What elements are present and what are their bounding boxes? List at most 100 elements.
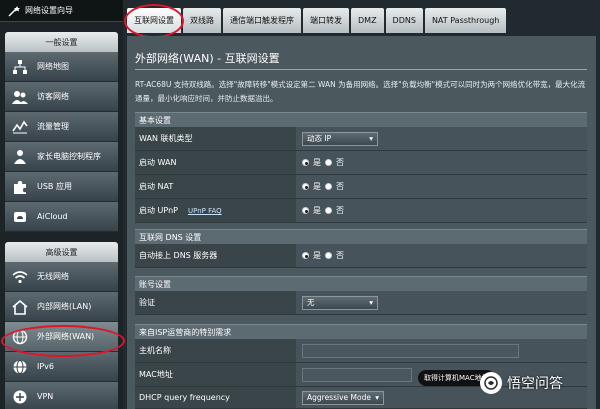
sidebar-item-wireless[interactable]: 无线网络 bbox=[5, 262, 118, 292]
tab-port-trigger[interactable]: 通信端口触发程序 bbox=[223, 8, 301, 33]
cloud-icon bbox=[11, 208, 29, 226]
watermark: 悟空问答 bbox=[480, 372, 563, 394]
no-label: 否 bbox=[336, 158, 344, 167]
tab-dual-wan[interactable]: 双线路 bbox=[183, 8, 221, 33]
auto-dns-no-radio[interactable] bbox=[325, 252, 332, 259]
auth-value: 无 bbox=[307, 298, 315, 307]
chevron-down-icon: ▾ bbox=[369, 134, 373, 143]
sidebar-item-label: 网络地图 bbox=[37, 62, 69, 71]
sidebar-item-parental-control[interactable]: 家长电脑控制程序 bbox=[5, 142, 118, 172]
sidebar: 网络设置向导 一般设置 网络地图 访客网络 流量管理 家长电脑控制程序 USB … bbox=[0, 0, 123, 409]
network-setup-wizard[interactable]: 网络设置向导 bbox=[0, 0, 123, 22]
sidebar-item-label: USB 应用 bbox=[37, 182, 72, 191]
enable-wan-row: 启动 WAN 是 否 bbox=[135, 151, 587, 175]
auto-dns-label: 自动接上 DNS 服务器 bbox=[135, 244, 296, 267]
wan-type-select[interactable]: 动态 IP ▾ bbox=[302, 131, 378, 146]
ipv6-globe-icon bbox=[11, 358, 29, 376]
sidebar-item-label: 家长电脑控制程序 bbox=[37, 152, 101, 161]
auth-select[interactable]: 无 ▾ bbox=[302, 295, 378, 310]
no-label: 否 bbox=[336, 251, 344, 260]
tab-dmz[interactable]: DMZ bbox=[351, 8, 384, 33]
enable-wan-no-radio[interactable] bbox=[325, 159, 332, 166]
dns-settings-header: 互联网 DNS 设置 bbox=[135, 229, 587, 244]
wan-type-value: 动态 IP bbox=[307, 134, 332, 143]
puzzle-icon bbox=[11, 178, 29, 196]
sidebar-item-usb-application[interactable]: USB 应用 bbox=[5, 172, 118, 202]
enable-upnp-no-radio[interactable] bbox=[325, 207, 332, 214]
sidebar-item-network-map[interactable]: 网络地图 bbox=[5, 52, 118, 82]
wan-type-label: WAN 联机类型 bbox=[135, 127, 296, 150]
users-icon bbox=[11, 88, 29, 106]
mac-address-label: MAC地址 bbox=[135, 363, 296, 386]
wan-type-row: WAN 联机类型 动态 IP ▾ bbox=[135, 127, 587, 151]
traffic-chart-icon bbox=[11, 118, 29, 136]
host-name-input[interactable] bbox=[302, 343, 519, 358]
sidebar-item-label: 访客网络 bbox=[37, 92, 69, 101]
watermark-logo-icon bbox=[480, 372, 502, 394]
parental-control-icon bbox=[11, 148, 29, 166]
home-icon bbox=[11, 298, 29, 316]
network-map-icon bbox=[11, 58, 29, 76]
auth-row: 验证 无 ▾ bbox=[135, 291, 587, 315]
enable-upnp-label-cell: 启动 UPnP UPnP FAQ bbox=[135, 199, 296, 222]
vpn-icon bbox=[11, 388, 29, 406]
enable-upnp-row: 启动 UPnP UPnP FAQ 是 否 bbox=[135, 199, 587, 223]
sidebar-item-ipv6[interactable]: IPv6 bbox=[5, 352, 118, 382]
sidebar-item-vpn[interactable]: VPN bbox=[5, 382, 118, 409]
enable-nat-yes-radio[interactable] bbox=[302, 183, 309, 190]
sidebar-item-label: 内部网络(LAN) bbox=[37, 302, 92, 311]
wifi-icon bbox=[11, 268, 29, 286]
chevron-down-icon: ▾ bbox=[369, 298, 373, 307]
auth-label: 验证 bbox=[135, 291, 296, 314]
sidebar-item-traffic-manager[interactable]: 流量管理 bbox=[5, 112, 118, 142]
upnp-faq-link[interactable]: UPnP FAQ bbox=[188, 207, 222, 215]
enable-nat-label: 启动 NAT bbox=[135, 175, 296, 198]
host-name-label: 主机名称 bbox=[135, 339, 296, 362]
tab-internet-settings[interactable]: 互联网设置 bbox=[127, 8, 181, 33]
main-panel: 外部网络(WAN) - 互联网设置 RT-AC68U 支持双线路。选择"故障转移… bbox=[127, 36, 596, 409]
tab-bar: 互联网设置 双线路 通信端口触发程序 端口转发 DMZ DDNS NAT Pas… bbox=[127, 8, 508, 33]
enable-wan-yes-radio[interactable] bbox=[302, 159, 309, 166]
sidebar-item-label: 外部网络(WAN) bbox=[37, 332, 95, 341]
globe-icon bbox=[11, 328, 29, 346]
enable-wan-label: 启动 WAN bbox=[135, 151, 296, 174]
tab-nat-passthrough[interactable]: NAT Passthrough bbox=[424, 8, 507, 33]
host-name-row: 主机名称 bbox=[135, 339, 587, 363]
sidebar-item-guest-network[interactable]: 访客网络 bbox=[5, 82, 118, 112]
no-label: 否 bbox=[336, 182, 344, 191]
sidebar-item-label: VPN bbox=[37, 392, 54, 401]
mac-address-input[interactable] bbox=[302, 367, 412, 382]
sidebar-item-label: IPv6 bbox=[37, 362, 55, 371]
tab-port-forwarding[interactable]: 端口转发 bbox=[303, 8, 349, 33]
yes-label: 是 bbox=[313, 158, 321, 167]
enable-upnp-yes-radio[interactable] bbox=[302, 207, 309, 214]
general-settings-header: 一般设置 bbox=[5, 32, 118, 52]
isp-requirements-header: 来自ISP运营商的特别需求 bbox=[135, 324, 587, 339]
enable-nat-no-radio[interactable] bbox=[325, 183, 332, 190]
wizard-label: 网络设置向导 bbox=[25, 6, 73, 15]
no-label: 否 bbox=[336, 206, 344, 215]
account-settings-header: 账号设置 bbox=[135, 276, 587, 291]
sidebar-item-label: AiCloud bbox=[37, 212, 68, 221]
tab-ddns[interactable]: DDNS bbox=[385, 8, 423, 33]
chevron-down-icon: ▾ bbox=[375, 393, 379, 402]
auto-dns-row: 自动接上 DNS 服务器 是 否 bbox=[135, 244, 587, 268]
advanced-settings-header: 高级设置 bbox=[5, 242, 118, 262]
yes-label: 是 bbox=[313, 182, 321, 191]
auto-dns-yes-radio[interactable] bbox=[302, 252, 309, 259]
title-divider bbox=[135, 69, 587, 70]
enable-upnp-label: 启动 UPnP bbox=[139, 206, 178, 215]
watermark-text: 悟空问答 bbox=[507, 376, 563, 392]
dhcp-frequency-select[interactable]: Aggressive Mode ▾ bbox=[302, 390, 384, 405]
enable-nat-row: 启动 NAT 是 否 bbox=[135, 175, 587, 199]
sidebar-item-wan[interactable]: 外部网络(WAN) bbox=[5, 322, 118, 352]
sidebar-item-lan[interactable]: 内部网络(LAN) bbox=[5, 292, 118, 322]
dhcp-frequency-value: Aggressive Mode bbox=[307, 393, 371, 402]
basic-settings-header: 基本设置 bbox=[135, 112, 587, 127]
dhcp-frequency-label: DHCP query frequency bbox=[135, 387, 296, 408]
sidebar-item-aicloud[interactable]: AiCloud bbox=[5, 202, 118, 232]
wand-icon bbox=[8, 5, 20, 17]
page-title: 外部网络(WAN) - 互联网设置 bbox=[135, 52, 280, 65]
yes-label: 是 bbox=[313, 206, 321, 215]
sidebar-item-label: 流量管理 bbox=[37, 122, 69, 131]
